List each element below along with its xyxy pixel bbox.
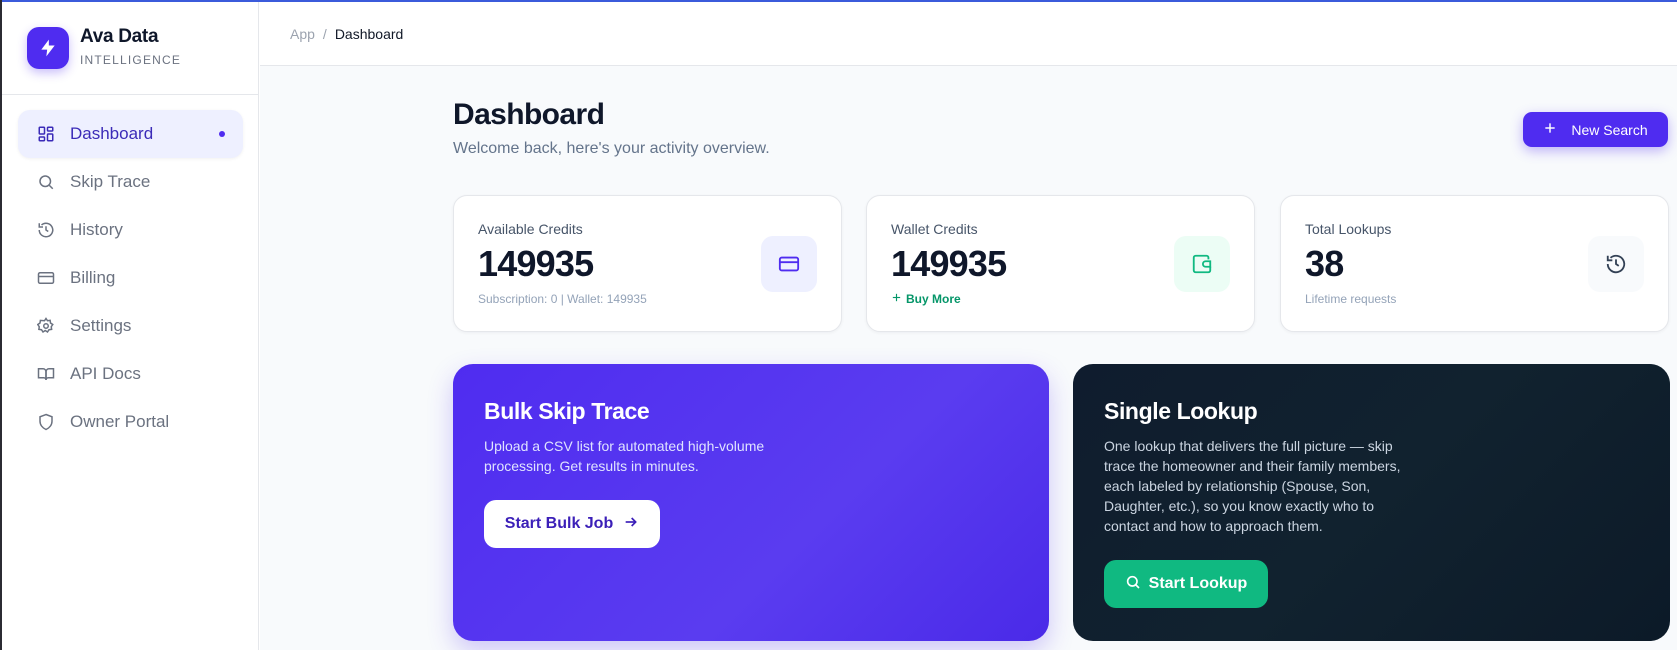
- new-search-button[interactable]: New Search: [1523, 112, 1668, 147]
- plus-icon: [891, 292, 902, 306]
- search-icon: [36, 172, 56, 192]
- arrow-right-icon: [623, 514, 639, 535]
- stat-card-total-lookups: Total Lookups 38 Lifetime requests: [1280, 195, 1669, 332]
- stat-card-available-credits: Available Credits 149935 Subscription: 0…: [453, 195, 842, 332]
- description-line: One lookup that delivers the full pictur…: [1104, 438, 1393, 454]
- description-line: processing. Get results in minutes.: [484, 458, 699, 474]
- stat-label: Wallet Credits: [891, 221, 978, 237]
- brand-name: Ava Data: [80, 26, 159, 47]
- credit-card-icon: [761, 236, 817, 292]
- page-subtitle: Welcome back, here's your activity overv…: [453, 140, 770, 157]
- stat-card-wallet-credits: Wallet Credits 149935 Buy More: [866, 195, 1255, 332]
- sidebar-item-label: History: [70, 220, 123, 239]
- page-title: Dashboard: [453, 98, 605, 131]
- sidebar-item-billing[interactable]: Billing: [18, 254, 243, 302]
- sidebar-item-label: Billing: [70, 268, 116, 287]
- start-bulk-job-label: Start Bulk Job: [504, 515, 614, 532]
- description-line: Upload a CSV list for automated high-vol…: [484, 438, 765, 454]
- sidebar-item-history[interactable]: History: [18, 206, 243, 254]
- breadcrumb-current: Dashboard: [334, 26, 404, 42]
- single-card-title: Single Lookup: [1104, 398, 1258, 424]
- new-search-label: New Search: [1571, 121, 1648, 138]
- history-icon: [1588, 236, 1644, 292]
- stat-footer: Subscription: 0 | Wallet: 149935: [478, 292, 647, 306]
- breadcrumb-separator: /: [322, 26, 327, 42]
- lightning-logo-icon[interactable]: [27, 27, 69, 69]
- sidebar-item-label: API Docs: [70, 364, 141, 383]
- stat-value: 149935: [891, 243, 1007, 284]
- shield-icon: [36, 412, 56, 432]
- top-header: App / Dashboard: [260, 2, 1677, 66]
- start-bulk-job-button[interactable]: Start Bulk Job: [484, 500, 660, 548]
- bulk-skip-trace-card: Bulk Skip Trace Upload a CSV list for au…: [453, 364, 1049, 641]
- single-card-description: One lookup that delivers the full pictur…: [1104, 436, 1400, 536]
- book-icon: [36, 364, 56, 384]
- single-lookup-card: Single Lookup One lookup that delivers t…: [1073, 364, 1670, 641]
- plus-icon: [1543, 121, 1557, 138]
- stat-footer: Lifetime requests: [1305, 292, 1397, 306]
- search-icon: [1125, 574, 1141, 595]
- sidebar-item-label: Settings: [70, 316, 132, 335]
- bulk-card-title: Bulk Skip Trace: [484, 398, 650, 424]
- bulk-card-description: Upload a CSV list for automated high-vol…: [484, 436, 764, 476]
- buy-more-link[interactable]: Buy More: [891, 292, 961, 306]
- stat-value: 149935: [478, 243, 594, 284]
- sidebar-item-label: Dashboard: [70, 124, 154, 143]
- sidebar-item-api-docs[interactable]: API Docs: [18, 350, 243, 398]
- credit-card-icon: [36, 268, 56, 288]
- main-content: Dashboard Welcome back, here's your acti…: [260, 66, 1677, 650]
- sidebar: Ava Data INTELLIGENCE Dashboard Skip Tra…: [2, 2, 259, 650]
- sidebar-item-owner-portal[interactable]: Owner Portal: [18, 398, 243, 446]
- breadcrumb: App / Dashboard: [290, 26, 403, 42]
- sidebar-item-label: Skip Trace: [70, 172, 151, 191]
- gear-icon: [36, 316, 56, 336]
- sidebar-item-skip-trace[interactable]: Skip Trace: [18, 158, 243, 206]
- start-lookup-button[interactable]: Start Lookup: [1104, 560, 1268, 608]
- stat-label: Total Lookups: [1305, 221, 1392, 237]
- brand: Ava Data INTELLIGENCE: [2, 2, 258, 95]
- description-line: trace the homeowner and their family mem…: [1104, 458, 1401, 474]
- buy-more-label: Buy More: [906, 292, 961, 306]
- sidebar-nav: Dashboard Skip Trace History Billing Set…: [18, 110, 243, 446]
- sidebar-item-dashboard[interactable]: Dashboard: [18, 110, 243, 158]
- description-line: contact and how to approach them.: [1104, 518, 1323, 534]
- breadcrumb-root[interactable]: App: [290, 26, 315, 42]
- description-line: each labeled by relationship (Spouse, So…: [1104, 478, 1371, 494]
- brand-subtitle: INTELLIGENCE: [80, 53, 182, 67]
- wallet-icon: [1174, 236, 1230, 292]
- sidebar-item-label: Owner Portal: [70, 412, 170, 431]
- stat-value: 38: [1305, 243, 1344, 284]
- description-line: Daughter, etc.), so you know exactly who…: [1104, 498, 1375, 514]
- sidebar-item-settings[interactable]: Settings: [18, 302, 243, 350]
- active-indicator-dot: [219, 131, 225, 137]
- start-lookup-label: Start Lookup: [1148, 575, 1248, 592]
- stat-label: Available Credits: [478, 221, 583, 237]
- grid-icon: [36, 124, 56, 144]
- history-icon: [36, 220, 56, 240]
